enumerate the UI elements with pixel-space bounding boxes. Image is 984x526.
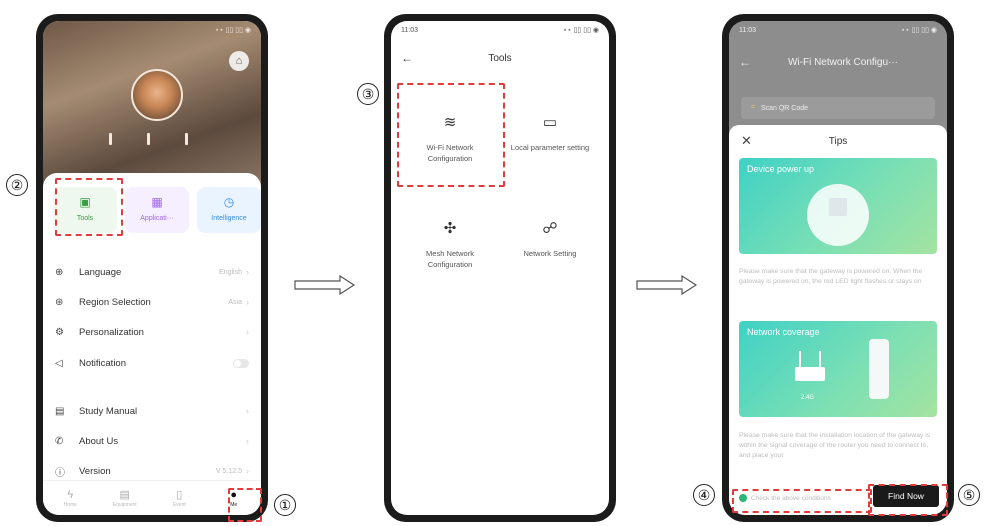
settings-icon: ⚙: [55, 326, 64, 338]
globe-link-icon: ☍: [542, 220, 558, 237]
flow-arrow-icon: [636, 275, 698, 295]
page-title: Wi-Fi Network Configu···: [787, 56, 898, 68]
phone-me-screen: ⋆⋆ ▯▯ ▯▯ ◉ ⌂ ▣ Tools ▦ Applicati··· ◷ In…: [36, 14, 268, 522]
clock-icon: ◷: [223, 195, 235, 209]
step-3-marker: ③: [357, 83, 379, 105]
highlight-me-tab: [228, 488, 262, 522]
tips-sheet: ✕ Tips Device power up Please make sure …: [729, 125, 947, 515]
highlight-find-now: [868, 484, 948, 516]
tip-power-text: Please make sure that the gateway is pow…: [739, 268, 923, 285]
tool-network-setting[interactable]: ☍ Network Setting: [505, 220, 595, 259]
status-bar: 11:03 ⋆⋆ ▯▯ ▯▯ ◉: [401, 26, 599, 35]
chevron-right-icon: ›: [246, 327, 249, 337]
flow-arrow-icon: [294, 275, 356, 295]
notification-toggle[interactable]: [233, 358, 249, 368]
document-icon: ▯: [176, 489, 183, 501]
router-antenna-icon: [799, 351, 801, 367]
scan-icon: ⌗: [751, 104, 755, 111]
region-icon: ⊛: [55, 296, 64, 308]
tab-home[interactable]: ϟ Home: [55, 489, 85, 508]
applications-tile[interactable]: ▦ Applicati···: [125, 187, 189, 233]
back-arrow-icon[interactable]: ←: [739, 55, 751, 69]
equipment-icon: ▤: [119, 489, 130, 501]
scan-qr-row[interactable]: ⌗ Scan QR Code: [741, 97, 935, 119]
menu-item-personalization[interactable]: ⚙ Personalization ›: [55, 322, 249, 342]
router-icon: [795, 367, 825, 381]
dimmed-background: 11:03 ⋆⋆ ▯▯ ▯▯ ◉ ← Wi-Fi Network Configu…: [729, 21, 947, 131]
avatar[interactable]: [131, 69, 183, 121]
tool-local-parameter[interactable]: ▭ Local parameter setting: [505, 114, 595, 153]
lightning-icon: ϟ: [67, 488, 74, 501]
menu-item-study-manual[interactable]: ▤ Study Manual ›: [55, 401, 249, 421]
menu-item-notification[interactable]: ◁ Notification: [55, 353, 249, 373]
mesh-icon: ✣: [443, 220, 457, 237]
banner-device-power: Device power up: [739, 158, 937, 254]
header-mark: [147, 133, 150, 145]
me-screen: ⋆⋆ ▯▯ ▯▯ ◉ ⌂ ▣ Tools ▦ Applicati··· ◷ In…: [43, 21, 261, 515]
highlight-wifi-config: [397, 83, 505, 187]
tip-coverage-text: Please make sure that the installation l…: [739, 432, 931, 459]
manual-icon: ▤: [55, 405, 65, 417]
menu-item-language[interactable]: ⊕ Language English ›: [55, 262, 249, 282]
chevron-right-icon: ›: [246, 436, 249, 446]
intelligence-tile[interactable]: ◷ Intelligence: [197, 187, 261, 233]
status-bar: ⋆⋆ ▯▯ ▯▯ ◉: [214, 27, 251, 34]
chevron-right-icon: ›: [246, 406, 249, 416]
tips-title: Tips: [828, 136, 848, 147]
step-1-marker: ①: [274, 494, 296, 516]
chevron-right-icon: ›: [246, 297, 249, 307]
status-bar: 11:03 ⋆⋆ ▯▯ ▯▯ ◉: [739, 26, 937, 35]
header-mark: [109, 133, 112, 145]
grid-icon: ▦: [151, 195, 163, 209]
menu-item-about-us[interactable]: ✆ About Us ›: [55, 431, 249, 451]
header-mark: [185, 133, 188, 145]
profile-header: ⋆⋆ ▯▯ ▯▯ ◉ ⌂: [43, 21, 261, 187]
highlight-tools-tile: [55, 178, 123, 236]
wifi-config-header: ← Wi-Fi Network Configu···: [729, 49, 947, 75]
chevron-right-icon: ›: [246, 267, 249, 277]
gateway-device-icon: [869, 339, 889, 399]
info-icon: ⓘ: [55, 467, 65, 479]
banner-network-coverage: Network coverage 2.4G: [739, 321, 937, 417]
step-5-marker: ⑤: [958, 484, 980, 506]
step-4-marker: ④: [693, 484, 715, 506]
page-title: Tools: [488, 52, 512, 64]
tab-equipment[interactable]: ▤ Equipment: [110, 488, 140, 508]
highlight-check-conditions: [732, 489, 872, 513]
router-antenna-icon: [819, 351, 821, 367]
globe-icon: ⊕: [55, 266, 64, 278]
chevron-right-icon: ›: [246, 466, 249, 476]
gateway-device-icon: [807, 184, 869, 246]
window-icon: ▭: [542, 114, 558, 131]
phone-wifi-config-screen: 11:03 ⋆⋆ ▯▯ ▯▯ ◉ ← Wi-Fi Network Configu…: [722, 14, 954, 522]
bell-icon[interactable]: ⌂: [229, 51, 249, 71]
menu-item-region[interactable]: ⊛ Region Selection Asia ›: [55, 292, 249, 312]
menu-item-version[interactable]: ⓘ Version V 5.12.5 ›: [55, 461, 249, 481]
tools-header: ← Tools: [391, 45, 609, 71]
speaker-icon: ◁: [55, 357, 63, 369]
tab-event[interactable]: ▯ Event: [164, 488, 194, 508]
tool-mesh-config[interactable]: ✣ Mesh Network Configuration: [405, 220, 495, 270]
phone-icon: ✆: [55, 435, 64, 447]
step-2-marker: ②: [6, 174, 28, 196]
back-arrow-icon[interactable]: ←: [401, 51, 413, 65]
wifi-config-screen: 11:03 ⋆⋆ ▯▯ ▯▯ ◉ ← Wi-Fi Network Configu…: [729, 21, 947, 515]
